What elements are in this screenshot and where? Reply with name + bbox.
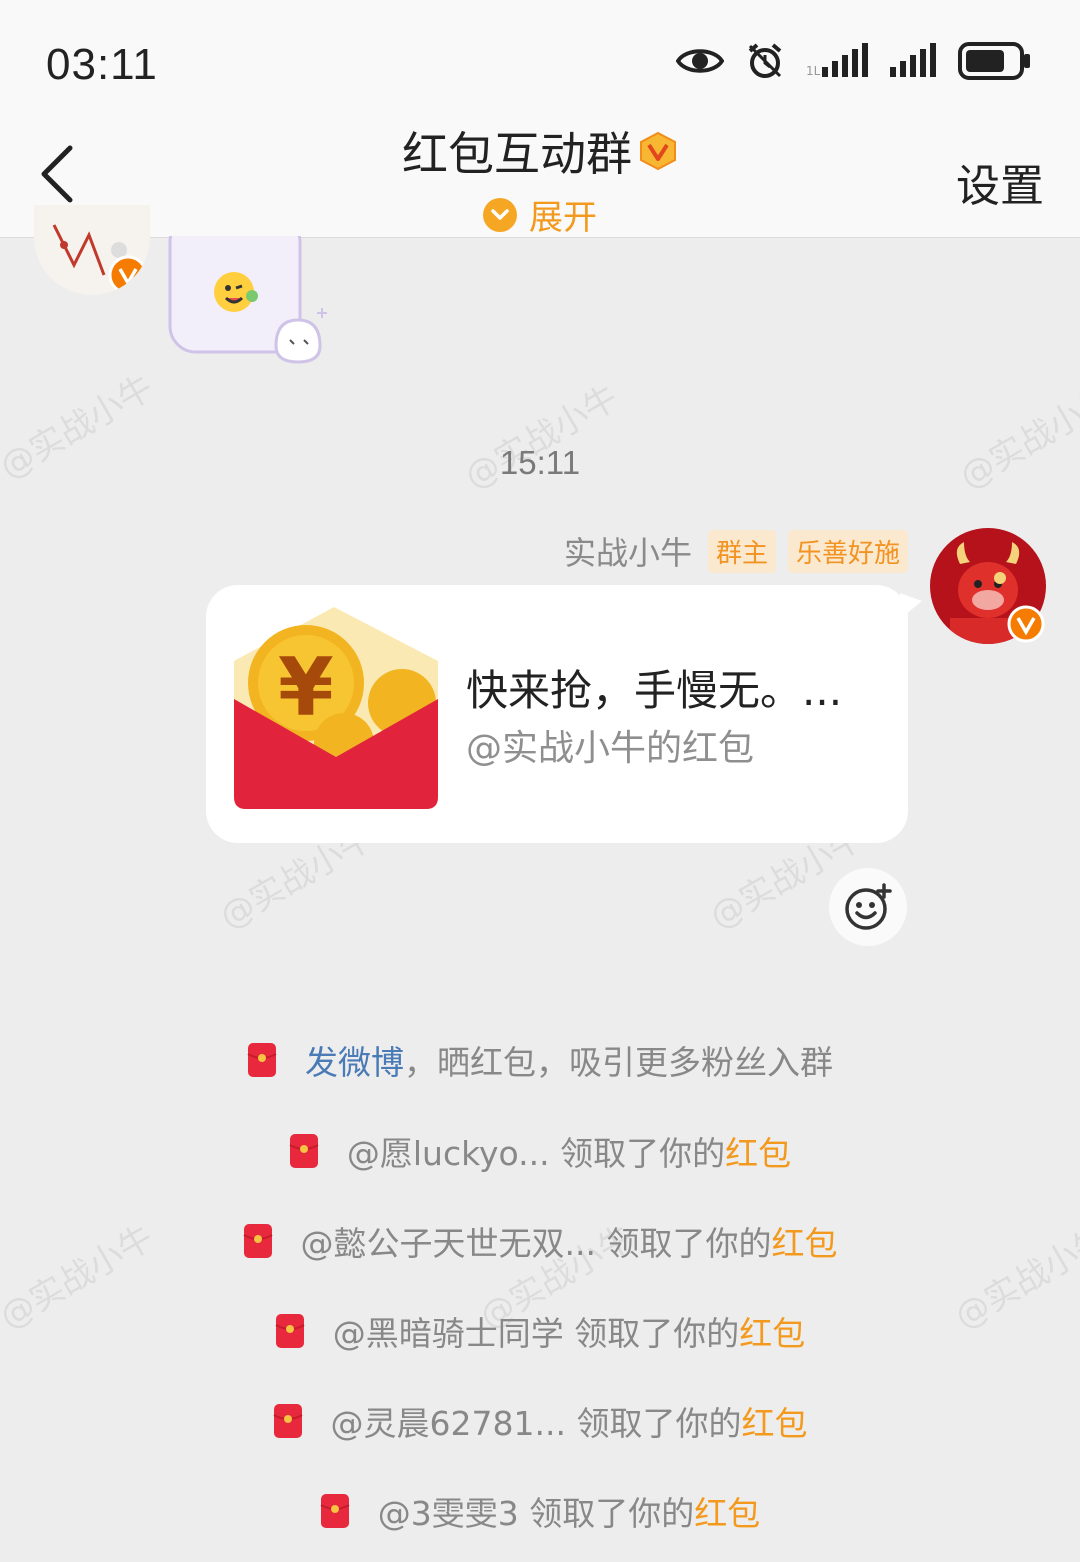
claim-notice: @黑暗骑士同学 领取了你的红包 [0, 1307, 1080, 1355]
claim-notice: @3雯雯3 领取了你的红包 [0, 1487, 1080, 1535]
red-packet-title: 快来抢，手慢无。... [466, 666, 843, 715]
red-envelope-icon [320, 1493, 350, 1529]
red-envelope-icon [247, 1042, 277, 1078]
red-packet-link[interactable]: 红包 [694, 1494, 760, 1533]
svg-text:1L: 1L [806, 64, 821, 78]
vip-badge-icon [640, 131, 676, 171]
message-timestamp: 15:11 [499, 444, 581, 481]
notice-text: @3雯雯3 领取了你的 [377, 1494, 695, 1533]
red-packet-link[interactable]: 红包 [725, 1134, 791, 1173]
chat-header: 红包互动群 展开 设置 [0, 110, 1080, 238]
claim-notice: @愿luckyo... 领取了你的红包 [0, 1127, 1080, 1175]
red-envelope-icon [243, 1223, 273, 1259]
red-packet-subtitle: @实战小牛的红包 [466, 728, 755, 769]
sticker-image[interactable] [168, 214, 338, 370]
group-title[interactable]: 红包互动群 [402, 118, 678, 184]
signal-icon: 1L [806, 43, 868, 78]
red-envelope-icon: ¥ [234, 607, 438, 811]
status-icons: 1L [676, 42, 1032, 80]
notice-text: ，晒红包，吸引更多粉丝入群 [404, 1043, 833, 1082]
expand-button[interactable]: 展开 [0, 190, 1080, 239]
red-packet-link[interactable]: 红包 [739, 1314, 805, 1353]
settings-button[interactable]: 设置 [956, 150, 1044, 214]
notice-text: @愿luckyo... 领取了你的 [346, 1134, 726, 1173]
signal-icon [890, 43, 936, 77]
emoji-add-icon [845, 883, 892, 930]
chevron-down-icon [483, 197, 517, 232]
status-time: 03:11 [46, 40, 158, 89]
eye-icon [676, 49, 724, 73]
group-title-text: 红包互动群 [402, 127, 632, 181]
claim-notice: @灵晨62781... 领取了你的红包 [0, 1397, 1080, 1445]
avatar[interactable] [930, 528, 1046, 644]
red-envelope-icon [275, 1313, 305, 1349]
red-packet-link[interactable]: 红包 [771, 1224, 837, 1263]
notice-text: @懿公子天世无双... 领取了你的 [300, 1224, 772, 1263]
notice-text: @灵晨62781... 领取了你的 [330, 1404, 742, 1443]
claim-notice: @懿公子天世无双... 领取了你的红包 [0, 1217, 1080, 1265]
avatar[interactable] [34, 205, 150, 295]
role-tag: 群主 [707, 529, 776, 573]
red-envelope-icon [273, 1403, 303, 1439]
sender-info: 实战小牛 群主 乐善好施 [564, 528, 908, 574]
red-packet-link[interactable]: 红包 [741, 1404, 807, 1443]
battery-icon [958, 42, 1030, 80]
notice-text: @黑暗骑士同学 领取了你的 [332, 1314, 740, 1353]
red-envelope-icon [289, 1133, 319, 1169]
post-weibo-link[interactable]: 发微博 [305, 1043, 404, 1082]
alarm-icon [748, 43, 782, 78]
emoji-react-button[interactable] [829, 868, 907, 946]
status-bar: 03:11 1L [0, 0, 1080, 110]
title-tag: 乐善好施 [787, 529, 908, 573]
share-notice: 发微博，晒红包，吸引更多粉丝入群 [0, 1036, 1080, 1084]
red-packet-message[interactable]: ¥ 快来抢，手慢无。... @实战小牛的红包 [206, 585, 922, 843]
sender-name[interactable]: 实战小牛 [564, 528, 692, 574]
expand-label: 展开 [529, 198, 597, 238]
